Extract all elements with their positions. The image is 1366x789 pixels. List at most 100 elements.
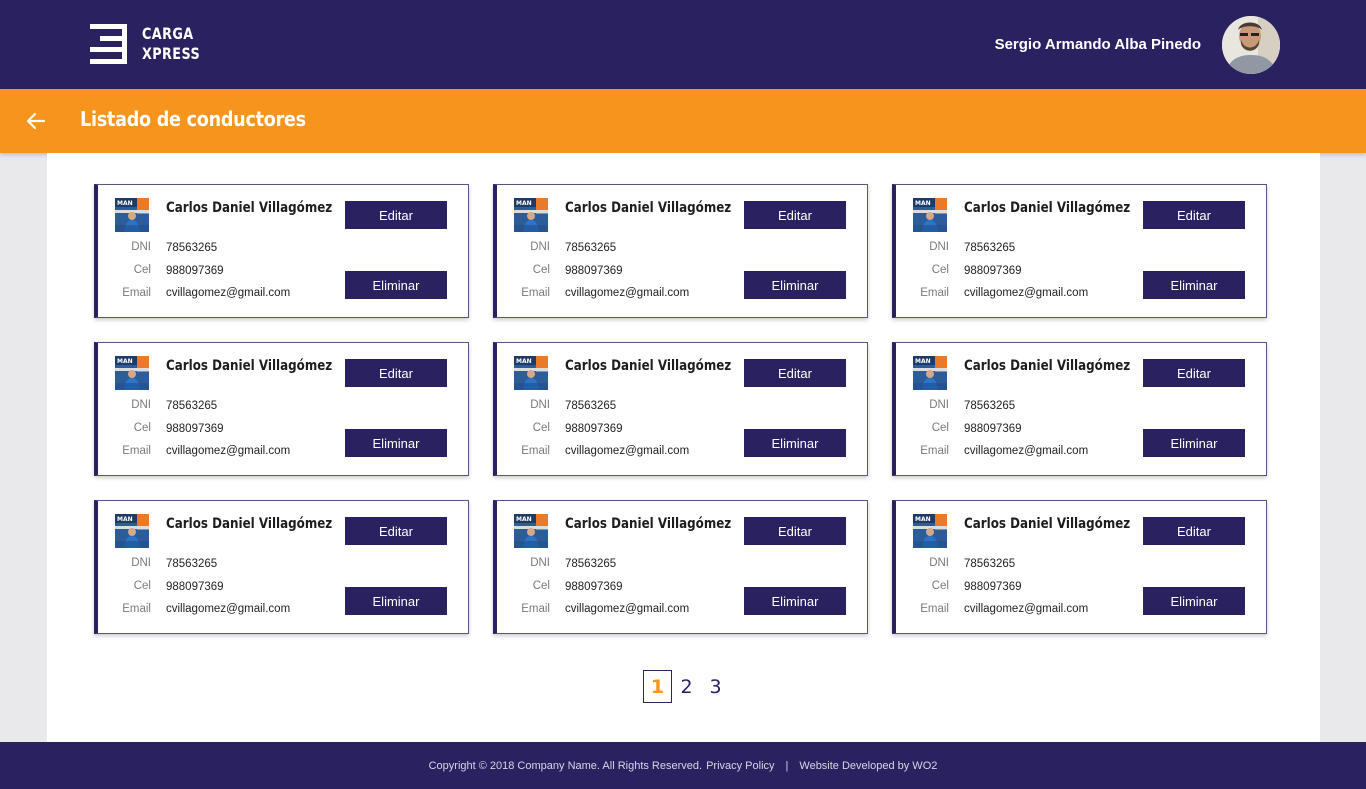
driver-card: MAN Carlos Daniel Villagómez DNI 7856326… xyxy=(94,500,469,634)
email-value: cvillagomez@gmail.com xyxy=(964,603,1089,615)
email-value: cvillagomez@gmail.com xyxy=(565,603,690,615)
driver-photo: MAN xyxy=(913,356,947,390)
cel-label: Cel xyxy=(931,580,949,592)
email-label: Email xyxy=(920,287,949,299)
dni-value: 78563265 xyxy=(565,558,617,570)
main-content: MAN Carlos Daniel Villagómez DNI 7856326… xyxy=(47,153,1320,742)
logo-text: CARGA XPRESS xyxy=(142,24,201,63)
cel-value: 988097369 xyxy=(166,423,224,435)
email-value: cvillagomez@gmail.com xyxy=(166,603,291,615)
delete-button[interactable]: Eliminar xyxy=(744,429,846,457)
footer-copyright: Copyright © 2018 Company Name. All Right… xyxy=(428,759,703,772)
delete-button[interactable]: Eliminar xyxy=(1143,271,1245,299)
svg-text:MAN: MAN xyxy=(516,516,532,523)
dni-value: 78563265 xyxy=(565,400,617,412)
page-link-2[interactable]: 2 xyxy=(672,670,701,703)
cel-value: 988097369 xyxy=(166,265,224,277)
top-navbar: CARGA XPRESS Sergio Armando Alba Pinedo xyxy=(0,0,1366,89)
driver-name: Carlos Daniel Villagómez xyxy=(166,358,333,374)
cel-label: Cel xyxy=(532,422,550,434)
edit-button[interactable]: Editar xyxy=(1143,359,1245,387)
edit-button[interactable]: Editar xyxy=(744,517,846,545)
driver-name: Carlos Daniel Villagómez xyxy=(166,516,333,532)
driver-name: Carlos Daniel Villagómez xyxy=(964,358,1131,374)
driver-name: Carlos Daniel Villagómez xyxy=(565,200,732,216)
driver-photo: MAN xyxy=(913,198,947,232)
cel-label: Cel xyxy=(133,422,151,434)
edit-button[interactable]: Editar xyxy=(1143,201,1245,229)
edit-button[interactable]: Editar xyxy=(744,201,846,229)
edit-button[interactable]: Editar xyxy=(744,359,846,387)
cel-label: Cel xyxy=(532,580,550,592)
pagination: 1 2 3 xyxy=(643,670,730,703)
svg-text:MAN: MAN xyxy=(117,200,133,207)
dni-label: DNI xyxy=(530,241,550,253)
driver-card: MAN Carlos Daniel Villagómez DNI 7856326… xyxy=(892,184,1267,318)
back-arrow-icon[interactable] xyxy=(24,109,48,133)
email-label: Email xyxy=(521,603,550,615)
delete-button[interactable]: Eliminar xyxy=(744,271,846,299)
dni-label: DNI xyxy=(131,557,151,569)
dni-value: 78563265 xyxy=(166,558,218,570)
email-label: Email xyxy=(920,603,949,615)
cel-value: 988097369 xyxy=(166,581,224,593)
page-link-3[interactable]: 3 xyxy=(701,670,730,703)
driver-photo: MAN xyxy=(514,198,548,232)
cel-value: 988097369 xyxy=(565,265,623,277)
cel-value: 988097369 xyxy=(964,423,1022,435)
dni-value: 78563265 xyxy=(964,400,1016,412)
edit-button[interactable]: Editar xyxy=(345,359,447,387)
delete-button[interactable]: Eliminar xyxy=(1143,429,1245,457)
edit-button[interactable]: Editar xyxy=(1143,517,1245,545)
delete-button[interactable]: Eliminar xyxy=(1143,587,1245,615)
edit-button[interactable]: Editar xyxy=(345,201,447,229)
email-label: Email xyxy=(122,287,151,299)
page-title: Listado de conductores xyxy=(80,107,306,131)
privacy-policy-link[interactable]: Privacy Policy xyxy=(706,760,774,772)
dni-label: DNI xyxy=(929,241,949,253)
delete-button[interactable]: Eliminar xyxy=(345,271,447,299)
page-link-1[interactable]: 1 xyxy=(643,670,672,703)
edit-button[interactable]: Editar xyxy=(345,517,447,545)
email-value: cvillagomez@gmail.com xyxy=(166,287,291,299)
dni-label: DNI xyxy=(131,241,151,253)
delete-button[interactable]: Eliminar xyxy=(345,587,447,615)
email-label: Email xyxy=(521,445,550,457)
cel-label: Cel xyxy=(133,264,151,276)
svg-text:MAN: MAN xyxy=(516,358,532,365)
delete-button[interactable]: Eliminar xyxy=(345,429,447,457)
dni-label: DNI xyxy=(530,557,550,569)
email-value: cvillagomez@gmail.com xyxy=(166,445,291,457)
dni-label: DNI xyxy=(929,399,949,411)
user-name[interactable]: Sergio Armando Alba Pinedo xyxy=(995,36,1201,53)
driver-card: MAN Carlos Daniel Villagómez DNI 7856326… xyxy=(493,342,868,476)
delete-button[interactable]: Eliminar xyxy=(744,587,846,615)
email-label: Email xyxy=(122,445,151,457)
dni-value: 78563265 xyxy=(166,242,218,254)
user-avatar[interactable] xyxy=(1222,16,1280,74)
dni-label: DNI xyxy=(929,557,949,569)
email-label: Email xyxy=(521,287,550,299)
cel-value: 988097369 xyxy=(964,581,1022,593)
brand-logo[interactable]: CARGA XPRESS xyxy=(90,24,215,64)
developer-credit-link[interactable]: Website Developed by WO2 xyxy=(799,760,937,772)
cel-label: Cel xyxy=(133,580,151,592)
driver-name: Carlos Daniel Villagómez xyxy=(964,516,1131,532)
driver-name: Carlos Daniel Villagómez xyxy=(565,358,732,374)
email-label: Email xyxy=(122,603,151,615)
svg-text:MAN: MAN xyxy=(516,200,532,207)
driver-card: MAN Carlos Daniel Villagómez DNI 7856326… xyxy=(493,500,868,634)
cel-label: Cel xyxy=(931,264,949,276)
driver-card: MAN Carlos Daniel Villagómez DNI 7856326… xyxy=(892,500,1267,634)
cel-value: 988097369 xyxy=(964,265,1022,277)
driver-card: MAN Carlos Daniel Villagómez DNI 7856326… xyxy=(892,342,1267,476)
dni-label: DNI xyxy=(530,399,550,411)
svg-text:MAN: MAN xyxy=(915,516,931,523)
cel-label: Cel xyxy=(931,422,949,434)
driver-photo: MAN xyxy=(514,514,548,548)
cel-value: 988097369 xyxy=(565,423,623,435)
email-value: cvillagomez@gmail.com xyxy=(565,287,690,299)
svg-text:MAN: MAN xyxy=(117,516,133,523)
email-value: cvillagomez@gmail.com xyxy=(964,287,1089,299)
driver-photo: MAN xyxy=(514,356,548,390)
